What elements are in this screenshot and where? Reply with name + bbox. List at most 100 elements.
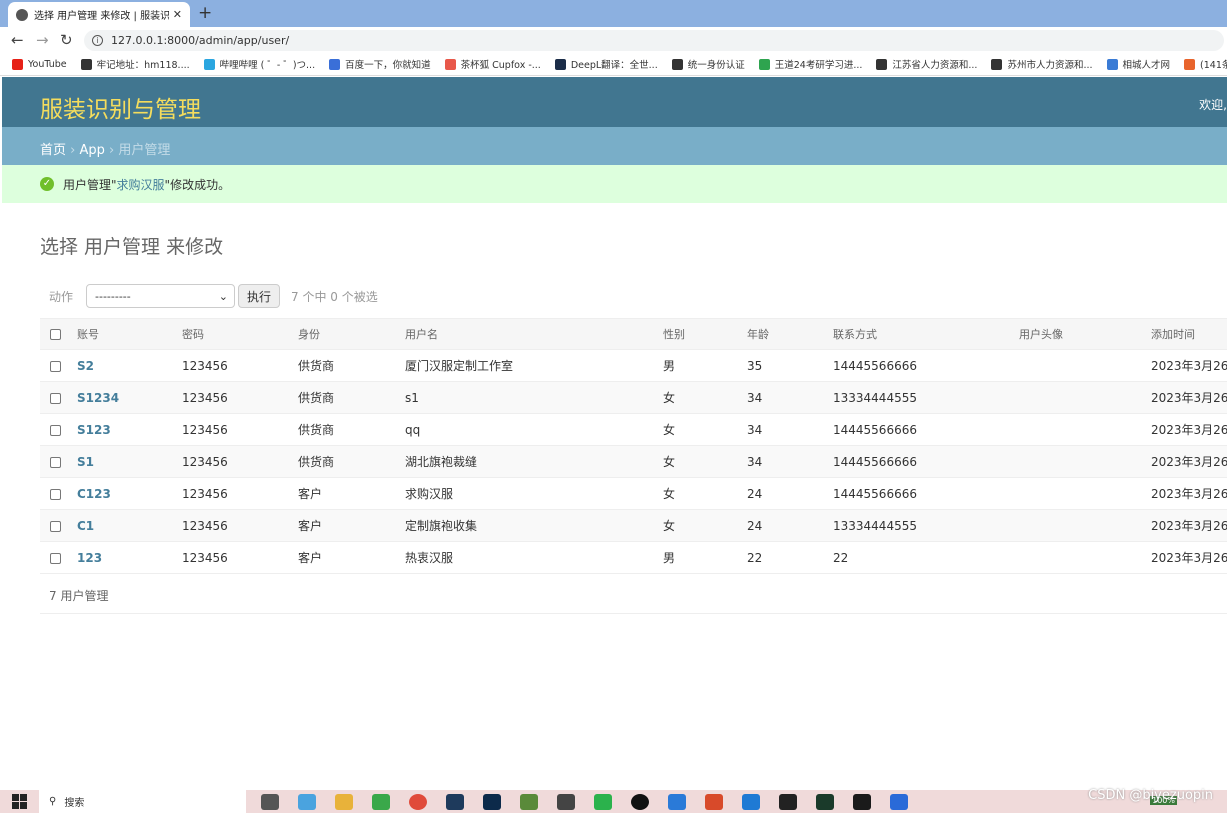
site-info-icon[interactable]: i	[92, 35, 103, 46]
app-icon[interactable]	[890, 793, 908, 810]
admin-header: 服装识别与管理 欢迎,	[2, 77, 1227, 127]
windows-start-icon[interactable]	[12, 794, 27, 809]
row-checkbox[interactable]	[50, 360, 61, 372]
table-row[interactable]: C1 123456 客户 定制旗袍收集女 24 13334444555 2023年3月26	[40, 509, 1227, 542]
bookmark-item[interactable]: 相城人才网	[1106, 57, 1170, 71]
table-row[interactable]: S1234 123456 供货商 s1 女 34 13334444555 2023年3月26	[40, 381, 1227, 414]
app-icon[interactable]	[372, 793, 390, 810]
message-link[interactable]: 求购汉服	[117, 176, 165, 193]
account-link[interactable]: S1234	[77, 391, 119, 405]
bookmark-item[interactable]: 哔哩哔哩 ( ゜- ゜)つ...	[203, 57, 315, 71]
column-header[interactable]: 用户头像	[1019, 318, 1151, 350]
column-header[interactable]: 年龄	[747, 318, 833, 350]
task-view-icon[interactable]	[261, 793, 279, 810]
column-header[interactable]: 账号	[77, 318, 182, 350]
back-arrow-icon[interactable]: ←	[11, 31, 24, 49]
account-link[interactable]: 123	[77, 551, 102, 565]
bookmark-label: 牢记地址：hm118....	[96, 60, 190, 71]
bookmark-item[interactable]: 统一身份认证	[671, 57, 745, 71]
reload-icon[interactable]: ↻	[60, 31, 73, 49]
success-message: ✓ 用户管理" 求购汉服 "修改成功。	[2, 165, 1227, 203]
vscode-icon[interactable]	[742, 793, 760, 810]
bookmark-item[interactable]: 王道24考研学习进...	[758, 57, 862, 71]
column-header[interactable]: 密码	[182, 318, 298, 350]
lightroom-icon[interactable]	[446, 793, 464, 810]
account-link[interactable]: C1	[77, 519, 94, 533]
row-checkbox[interactable]	[50, 424, 61, 436]
cell-added: 2023年3月26	[1151, 509, 1227, 542]
pycharm-icon[interactable]	[816, 793, 834, 810]
bookmark-item[interactable]: DeepL翻译：全世...	[554, 57, 658, 71]
action-select[interactable]: --------- ⌄	[86, 284, 236, 308]
bookmark-item[interactable]: 百度一下，你就知道	[329, 57, 431, 71]
table-row[interactable]: S2 123456 供货商 厦门汉服定制工作室男 35 14445566666 2023年3…	[40, 349, 1227, 382]
site-title[interactable]: 服装识别与管理	[40, 90, 201, 124]
bookmark-item[interactable]: (141条消息) 基于D	[1184, 57, 1227, 71]
app-icon[interactable]	[705, 793, 723, 810]
bookmark-item[interactable]: 江苏省人力资源和...	[876, 57, 977, 71]
row-checkbox[interactable]	[50, 552, 61, 564]
cell-username: qq	[405, 413, 663, 446]
taskbar-search-label: 搜索	[64, 798, 85, 809]
bookmark-label: YouTube	[28, 58, 67, 70]
watermark: CSDN @biyezuopin	[1088, 788, 1213, 803]
row-checkbox[interactable]	[50, 392, 61, 404]
bookmark-item[interactable]: 牢记地址：hm118....	[80, 57, 190, 71]
forward-arrow-icon[interactable]: →	[36, 31, 49, 49]
wechat-icon[interactable]	[594, 793, 612, 810]
cell-username: 热衷汉服	[405, 541, 663, 574]
column-header[interactable]: 联系方式	[833, 318, 1019, 350]
bookmark-label: (141条消息) 基于D	[1200, 60, 1227, 71]
select-all-checkbox[interactable]	[50, 329, 61, 340]
app-icon[interactable]	[668, 793, 686, 810]
breadcrumb-separator: ›	[66, 143, 80, 158]
app-icon[interactable]	[853, 793, 871, 810]
breadcrumb-home[interactable]: 首页	[40, 143, 66, 158]
bookmarks-bar: YouTube 牢记地址：hm118.... 哔哩哔哩 ( ゜- ゜)つ... 百度一…	[0, 53, 1227, 76]
intellij-icon[interactable]	[779, 793, 797, 810]
app-icon[interactable]	[520, 793, 538, 810]
bookmark-item[interactable]: 茶杯狐 Cupfox -...	[444, 57, 541, 71]
photoshop-icon[interactable]	[483, 793, 501, 810]
file-explorer-icon[interactable]	[335, 793, 353, 810]
cell-gender: 男	[663, 541, 747, 574]
browser-tab-bar: 选择 用户管理 来修改 | 服装识别 ✕ +	[0, 0, 1227, 27]
tab-close-icon[interactable]: ✕	[173, 8, 182, 21]
cell-username: 定制旗袍收集	[405, 509, 663, 542]
browser-tab[interactable]: 选择 用户管理 来修改 | 服装识别 ✕	[8, 2, 190, 27]
chrome-icon[interactable]	[409, 793, 427, 810]
account-link[interactable]: S123	[77, 423, 111, 437]
url-field[interactable]: i 127.0.0.1:8000/admin/app/user/	[84, 30, 1224, 51]
account-link[interactable]: S1	[77, 455, 94, 469]
bookmark-favicon-icon	[444, 58, 456, 70]
row-checkbox[interactable]	[50, 456, 61, 468]
breadcrumb-app[interactable]: App	[79, 143, 104, 158]
account-link[interactable]: S2	[77, 359, 94, 373]
table-row[interactable]: C123 123456 客户 求购汉服女 24 14445566666 2023年3月26	[40, 477, 1227, 510]
bookmark-item[interactable]: YouTube	[12, 58, 67, 70]
row-checkbox[interactable]	[50, 488, 61, 500]
table-row[interactable]: S1 123456 供货商 湖北旗袍裁缝女 34 14445566666 2023年3月26	[40, 445, 1227, 478]
bookmark-label: 茶杯狐 Cupfox -...	[460, 60, 541, 71]
column-header[interactable]: 性别	[663, 318, 747, 350]
page-title: 选择 用户管理 来修改	[40, 236, 224, 258]
bookmark-item[interactable]: 苏州市人力资源和...	[991, 57, 1093, 71]
row-checkbox[interactable]	[50, 520, 61, 532]
bookmark-label: 百度一下，你就知道	[345, 60, 431, 71]
account-link[interactable]: C123	[77, 487, 111, 501]
cell-role: 客户	[298, 509, 405, 542]
app-icon[interactable]	[557, 793, 575, 810]
column-header[interactable]: 用户名	[405, 318, 663, 350]
table-row[interactable]: 123 123456 客户 热衷汉服男 22 22 2023年3月26	[40, 541, 1227, 574]
qq-icon[interactable]	[631, 793, 649, 810]
cell-gender: 女	[663, 381, 747, 414]
column-header[interactable]: 身份	[298, 318, 405, 350]
new-tab-button[interactable]: +	[198, 3, 212, 23]
bookmark-favicon-icon	[203, 58, 215, 70]
taskbar-search[interactable]: ⚲ 搜索	[39, 790, 246, 813]
table-row[interactable]: S123 123456 供货商 qq 女 34 14445566666 2023年3月26	[40, 413, 1227, 446]
app-icon[interactable]	[298, 793, 316, 810]
column-header[interactable]: 添加时间	[1151, 318, 1227, 350]
bookmark-favicon-icon	[1184, 58, 1196, 70]
run-action-button[interactable]: 执行	[238, 284, 281, 308]
